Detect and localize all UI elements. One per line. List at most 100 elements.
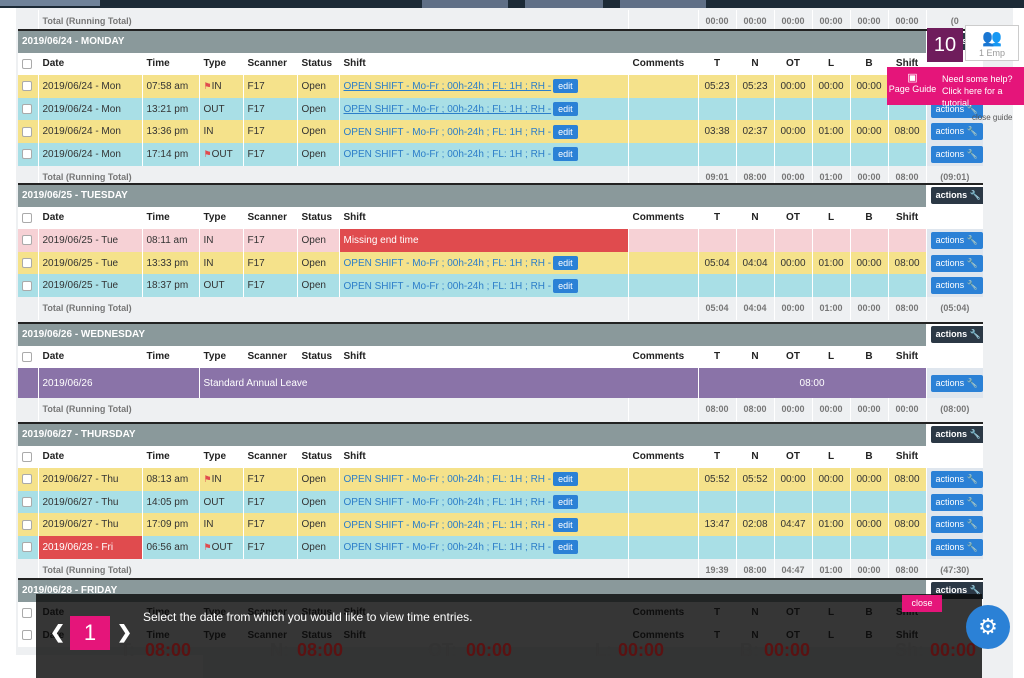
column-header-shift2[interactable]: Shift (887, 445, 927, 469)
edit-button[interactable]: edit (553, 495, 578, 510)
column-header-n[interactable]: N (735, 52, 774, 76)
column-header-status[interactable]: Status (296, 345, 339, 369)
column-header-ot[interactable]: OT (773, 206, 812, 230)
time-entry-row[interactable]: 2019/06/27 - Thu 08:13 am ⚑IN F17 Open OPEN S… (18, 468, 984, 491)
row-checkbox[interactable] (18, 468, 38, 491)
select-all-checkbox[interactable] (18, 345, 38, 369)
page-guide-button[interactable]: ▣ Page Guide (887, 67, 938, 105)
entry-date[interactable]: 2019/06/25 - Tue (37, 274, 142, 297)
column-header-shift2[interactable]: Shift (887, 206, 927, 230)
column-header-time[interactable]: Time (141, 445, 199, 469)
row-checkbox[interactable] (18, 490, 38, 514)
edit-button[interactable]: edit (553, 472, 578, 487)
column-header-type[interactable]: Type (198, 52, 243, 76)
column-header-type[interactable]: Type (198, 445, 243, 469)
edit-button[interactable]: edit (553, 147, 578, 162)
actions-button[interactable]: actions 🔧 (930, 516, 983, 534)
column-header-date[interactable]: Date (37, 206, 142, 230)
actions-button[interactable]: actions 🔧 (930, 277, 983, 295)
shift-link[interactable]: OPEN SHIFT - Mo-Fr ; 00h-24h ; FL: 1H ; … (344, 474, 552, 485)
shift-link[interactable]: OPEN SHIFT - Mo-Fr ; 00h-24h ; FL: 1H ; … (344, 258, 552, 269)
time-entry-row[interactable]: 2019/06/27 - Thu 17:09 pm IN F17 Open OPEN SH… (18, 513, 984, 536)
column-header-l[interactable]: L (811, 52, 850, 76)
entry-date[interactable]: 2019/06/27 - Thu (37, 513, 142, 536)
column-header-scanner[interactable]: Scanner (242, 206, 297, 230)
column-header-b[interactable]: B (849, 52, 888, 76)
column-header-ot[interactable]: OT (773, 445, 812, 469)
column-header-t[interactable]: T (697, 345, 736, 369)
column-header-scanner[interactable]: Scanner (242, 345, 297, 369)
column-header-shift[interactable]: Shift (338, 206, 628, 230)
edit-button[interactable]: edit (553, 79, 578, 94)
column-header-n[interactable]: N (735, 445, 774, 469)
actions-button[interactable]: actions 🔧 (930, 231, 983, 249)
time-entry-row[interactable]: 2019/06/25 - Tue 08:11 am IN F17 Open Missing… (18, 229, 984, 252)
entry-date[interactable]: 2019/06/24 - Mon (37, 142, 142, 166)
entry-date[interactable]: 2019/06/24 - Mon (37, 97, 142, 121)
column-header-t[interactable]: T (697, 206, 736, 230)
employee-count-badge[interactable]: 10 (927, 28, 963, 62)
time-entry-row[interactable]: 2019/06/24 - Mon 07:58 am ⚑IN F17 Open OPEN S… (18, 75, 984, 98)
column-header-shift[interactable]: Shift (338, 345, 628, 369)
column-header-date[interactable]: Date (37, 345, 142, 369)
column-header-comments[interactable]: Comments (627, 445, 698, 469)
column-header-comments[interactable]: Comments (627, 206, 698, 230)
time-entry-row[interactable]: 2019/06/24 - Mon 13:21 pm OUT F17 Open OPEN S… (18, 97, 984, 121)
row-checkbox[interactable] (18, 251, 38, 275)
column-header-n[interactable]: N (735, 206, 774, 230)
column-header-t[interactable]: T (697, 445, 736, 469)
day-actions-button[interactable]: actions 🔧 (930, 426, 984, 444)
edit-button[interactable]: edit (553, 278, 578, 293)
actions-button[interactable]: actions 🔧 (930, 493, 983, 511)
time-entry-row[interactable]: 2019/06/25 - Tue 13:33 pm IN F17 Open OPEN SH… (18, 251, 984, 275)
day-actions-button[interactable]: actions 🔧 (930, 187, 984, 205)
column-header-date[interactable]: Date (37, 52, 142, 76)
column-header-t[interactable]: T (697, 52, 736, 76)
close-guide-link[interactable]: close guide (972, 113, 1012, 122)
edit-button[interactable]: edit (553, 540, 578, 555)
shift-link[interactable]: OPEN SHIFT - Mo-Fr ; 00h-24h ; FL: 1H ; … (344, 104, 552, 115)
column-header-l[interactable]: L (811, 345, 850, 369)
entry-date[interactable]: 2019/06/24 - Mon (37, 75, 142, 98)
actions-button[interactable]: actions 🔧 (930, 254, 983, 272)
time-entry-row[interactable]: 2019/06/24 - Mon 17:14 pm ⚑OUT F17 Open OPEN … (18, 142, 984, 166)
shift-link[interactable]: OPEN SHIFT - Mo-Fr ; 00h-24h ; FL: 1H ; … (344, 127, 552, 138)
time-entry-row[interactable]: 2019/06/24 - Mon 13:36 pm IN F17 Open OPEN SH… (18, 120, 984, 143)
select-all-checkbox[interactable] (18, 624, 38, 647)
column-header-comments[interactable]: Comments (627, 345, 698, 369)
shift-link[interactable]: OPEN SHIFT - Mo-Fr ; 00h-24h ; FL: 1H ; … (344, 520, 552, 531)
row-checkbox[interactable] (18, 142, 38, 166)
column-header-b[interactable]: B (849, 206, 888, 230)
column-header-ot[interactable]: OT (773, 345, 812, 369)
column-header-ot[interactable]: OT (773, 52, 812, 76)
column-header-status[interactable]: Status (296, 52, 339, 76)
select-all-checkbox[interactable] (18, 601, 38, 625)
actions-button[interactable]: actions 🔧 (930, 470, 983, 488)
column-header-l[interactable]: L (811, 445, 850, 469)
edit-button[interactable]: edit (553, 517, 578, 532)
shift-link[interactable]: OPEN SHIFT - Mo-Fr ; 00h-24h ; FL: 1H ; … (344, 497, 552, 508)
row-checkbox[interactable] (18, 274, 38, 297)
actions-button[interactable]: actions 🔧 (930, 145, 983, 163)
time-entry-row[interactable]: 2019/06/27 - Thu 14:05 pm OUT F17 Open OPEN S… (18, 490, 984, 514)
column-header-time[interactable]: Time (141, 52, 199, 76)
shift-link[interactable]: OPEN SHIFT - Mo-Fr ; 00h-24h ; FL: 1H ; … (344, 81, 552, 92)
time-entry-row[interactable]: 2019/06/25 - Tue 18:37 pm OUT F17 Open OPEN S… (18, 274, 984, 297)
row-checkbox[interactable] (18, 97, 38, 121)
entry-date[interactable]: 2019/06/25 - Tue (37, 229, 142, 252)
column-header-b[interactable]: B (849, 445, 888, 469)
row-checkbox[interactable] (18, 513, 38, 536)
row-checkbox[interactable] (18, 75, 38, 98)
column-header-time[interactable]: Time (141, 345, 199, 369)
column-header-date[interactable]: Date (37, 445, 142, 469)
column-header-shift[interactable]: Shift (338, 445, 628, 469)
employee-selector[interactable]: 👥 1 Emp (965, 25, 1019, 61)
nav-tab[interactable] (620, 0, 706, 8)
column-header-time[interactable]: Time (141, 206, 199, 230)
time-entry-row[interactable]: 2019/06/28 - Fri 06:56 am ⚑OUT F17 Open OPEN … (18, 535, 984, 559)
nav-tab[interactable] (525, 0, 603, 8)
column-header-b[interactable]: B (849, 345, 888, 369)
column-header-scanner[interactable]: Scanner (242, 52, 297, 76)
edit-button[interactable]: edit (553, 124, 578, 139)
tour-prev-button[interactable]: ❮ (50, 622, 65, 643)
